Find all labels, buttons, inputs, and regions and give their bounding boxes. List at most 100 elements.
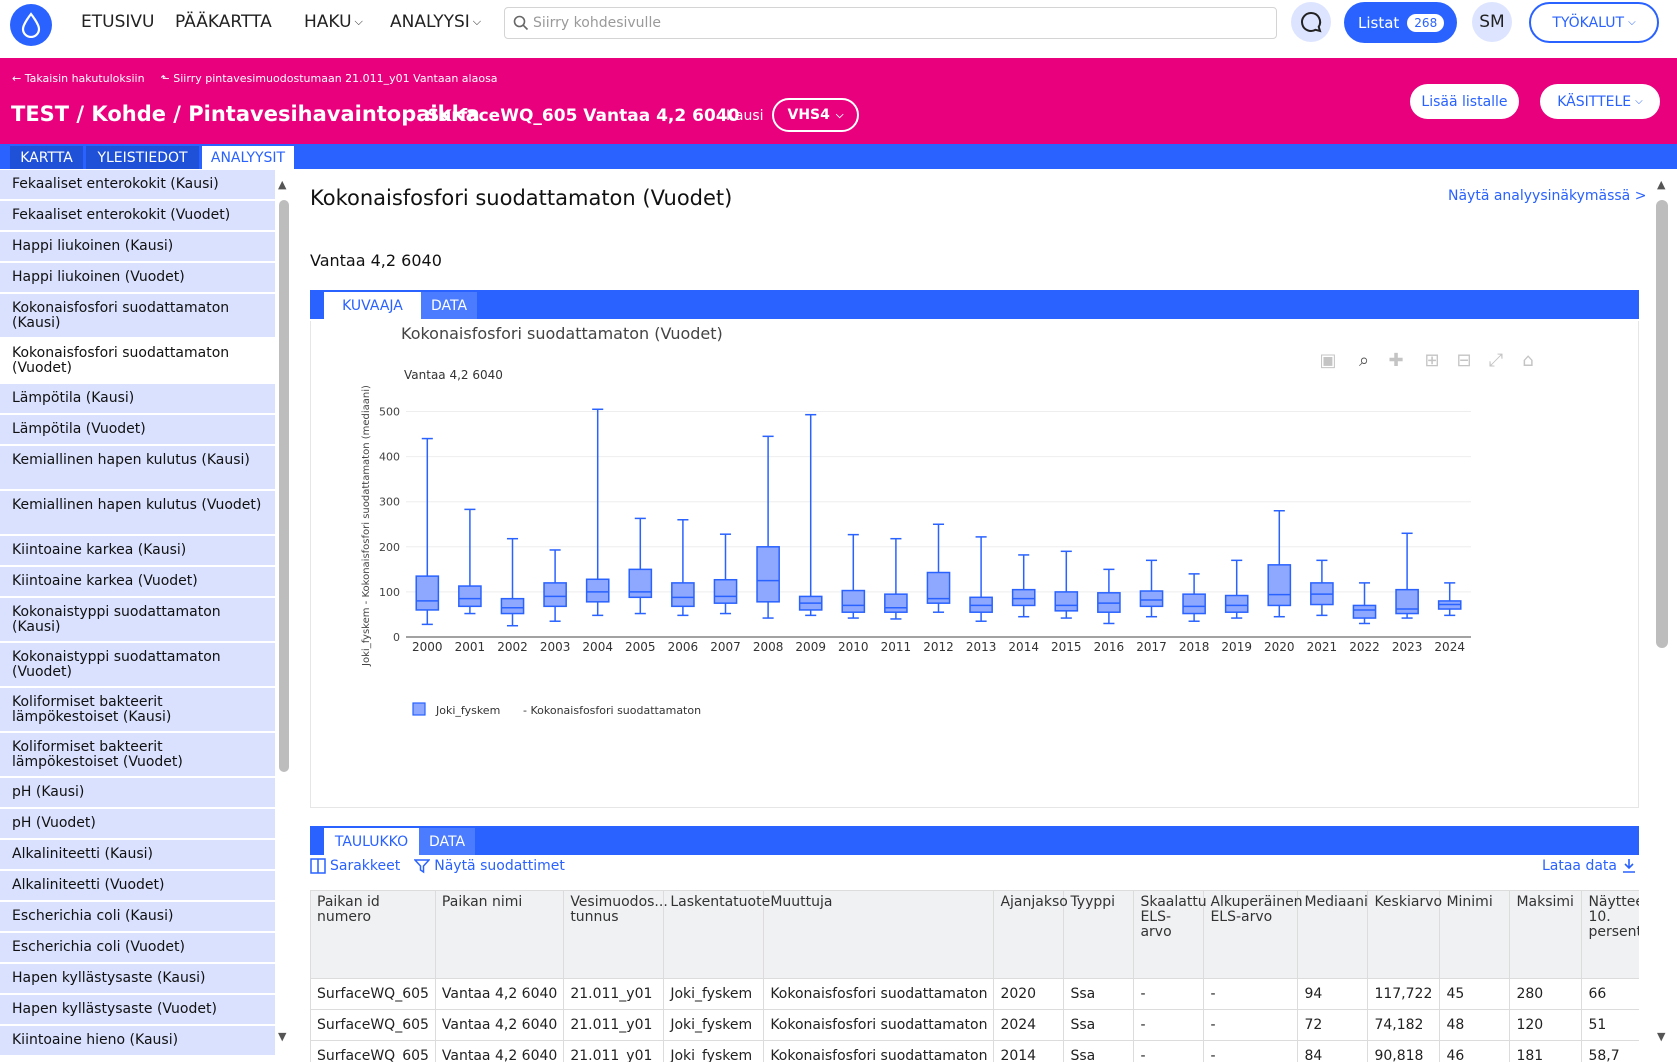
tab-taulukko[interactable]: TAULUKKO [324, 828, 419, 855]
app-logo[interactable] [10, 4, 52, 46]
zoom-icon[interactable]: ⌕ [1359, 350, 1369, 371]
sidebar-item[interactable]: Hapen kyllästysaste (Kausi) [0, 964, 275, 995]
nav-etusivu[interactable]: ETUSIVU [81, 12, 154, 32]
nav-paakartta[interactable]: PÄÄKARTTA [175, 12, 272, 32]
table-cell: Ssa [1063, 1009, 1135, 1041]
sidebar-item[interactable]: Kiintoaine hieno (Kausi) [0, 1026, 275, 1057]
tab-analyysit[interactable]: ANALYYSIT [202, 146, 294, 169]
sidebar-item[interactable]: Kokonaistyppi suodattamaton (Vuodet) [0, 643, 275, 688]
sidebar-item[interactable]: Alkaliniteetti (Vuodet) [0, 871, 275, 902]
tools-label: TYÖKALUT [1552, 14, 1625, 31]
tab-yleistiedot[interactable]: YLEISTIEDOT [86, 146, 199, 169]
x-tick-label: 2019 [1221, 640, 1252, 654]
table-row[interactable]: SurfaceWQ_605 Vantaa 4,2 6040 21.011_y01 Jo… [310, 1040, 1639, 1062]
table-cell: 51 [1581, 1009, 1639, 1041]
add-to-list-button[interactable]: Lisää listalle [1410, 84, 1519, 119]
tab-table-data[interactable]: DATA [419, 828, 475, 855]
zoom-out-icon[interactable]: ⊟ [1456, 350, 1471, 371]
column-header[interactable]: Näytteenot 10. persent [1581, 890, 1639, 979]
column-header[interactable]: Tyyppi [1063, 890, 1135, 979]
sidebar-item[interactable]: Kiintoaine karkea (Vuodet) [0, 567, 275, 598]
column-header[interactable]: Alkuperäinen ELS-arvo [1203, 890, 1303, 979]
scroll-down-icon[interactable]: ▼ [278, 1030, 286, 1043]
sidebar-item[interactable]: Hapen kyllästysaste (Vuodet) [0, 995, 275, 1026]
table-cell: 74,182 [1367, 1009, 1441, 1041]
column-header[interactable]: Skaalattu ELS-arvo [1133, 890, 1207, 979]
sidebar-item[interactable]: Lämpötila (Vuodet) [0, 415, 275, 446]
autoscale-icon[interactable]: ⤢ [1489, 350, 1504, 371]
scroll-up-icon[interactable]: ▲ [278, 178, 286, 191]
chat-button[interactable] [1291, 2, 1331, 42]
sidebar-item[interactable]: Fekaaliset enterokokit (Vuodet) [0, 201, 275, 232]
sidebar-item[interactable]: Kiintoaine karkea (Kausi) [0, 536, 275, 567]
nav-analyysi[interactable]: ANALYYSI ⌵ [390, 12, 481, 32]
sidebar-item[interactable]: pH (Kausi) [0, 778, 275, 809]
pan-icon[interactable]: ✚ [1388, 350, 1403, 371]
column-header[interactable]: Vesimuodos... tunnus [563, 890, 668, 979]
sidebar-item[interactable]: Alkaliniteetti (Kausi) [0, 840, 275, 871]
column-header[interactable]: Mediaani [1297, 890, 1369, 979]
box-plot-chart[interactable]: Kokonaisfosfori suodattamaton (Vuodet) Va… [311, 321, 1638, 807]
table-row[interactable]: SurfaceWQ_605 Vantaa 4,2 6040 21.011_y01 Jo… [310, 1009, 1639, 1041]
columns-button[interactable]: Sarakkeet [310, 858, 400, 874]
sidebar-item[interactable]: Kokonaisfosfori suodattamaton (Kausi) [0, 294, 275, 339]
legend-label: - Kokonaisfosfori suodattamaton [523, 704, 701, 717]
sidebar-item[interactable]: pH (Vuodet) [0, 809, 275, 840]
download-data-label: Lataa data [1541, 857, 1617, 874]
main-scrollbar-thumb[interactable] [1656, 200, 1668, 648]
nav-haku[interactable]: HAKU ⌵ [304, 12, 363, 32]
x-tick-label: 2002 [497, 640, 528, 654]
open-analysis-view-link[interactable]: Näytä analyysinäkymässä > [1448, 188, 1646, 204]
sidebar-item[interactable]: Koliformiset bakteerit lämpökestoiset (K… [0, 688, 275, 733]
sidebar-item[interactable]: Kokonaisfosfori suodattamaton (Vuodet) [0, 339, 275, 384]
download-data-button[interactable]: Lataa data [1542, 858, 1637, 874]
sidebar-item[interactable]: Happi liukoinen (Vuodet) [0, 263, 275, 294]
tab-chart-data[interactable]: DATA [421, 292, 477, 319]
sidebar-item[interactable]: Escherichia coli (Vuodet) [0, 933, 275, 964]
sidebar-item[interactable]: Escherichia coli (Kausi) [0, 902, 275, 933]
tools-menu-button[interactable]: TYÖKALUT ⌵ [1529, 2, 1659, 43]
camera-icon[interactable]: ▣ [1319, 350, 1336, 371]
sidebar-item[interactable]: Koliformiset bakteerit lämpökestoiset (V… [0, 733, 275, 778]
search-input[interactable]: Siirry kohdesivulle [504, 7, 1277, 39]
table-cell: Kokonaisfosfori suodattamaton [763, 1009, 995, 1041]
sidebar-scrollbar-thumb[interactable] [279, 200, 289, 772]
column-header[interactable]: Laskentatuote [663, 890, 770, 979]
sidebar-item[interactable]: Happi liukoinen (Kausi) [0, 232, 275, 263]
tab-kartta[interactable]: KARTTA [10, 146, 83, 169]
tab-yleistiedot-label: YLEISTIEDOT [97, 149, 188, 166]
avatar[interactable]: SM [1472, 2, 1512, 42]
zoom-in-icon[interactable]: ⊞ [1424, 350, 1439, 371]
column-header[interactable]: Paikan id numero [310, 890, 436, 979]
chart-container: Kokonaisfosfori suodattamaton (Vuodet) Va… [310, 321, 1639, 808]
sidebar-item[interactable]: Kemiallinen hapen kulutus (Kausi) [0, 446, 275, 491]
chevron-down-icon: ⌵ [354, 15, 363, 28]
column-header[interactable]: Paikan nimi [434, 890, 565, 979]
column-header[interactable]: Minimi [1439, 890, 1511, 979]
x-tick-label: 2015 [1051, 640, 1082, 654]
table-row[interactable]: SurfaceWQ_605 Vantaa 4,2 6040 21.011_y01 Jo… [310, 978, 1639, 1010]
table-cell: - [1203, 1040, 1299, 1062]
column-header[interactable]: Ajanjakso [993, 890, 1068, 979]
reset-axes-icon[interactable]: ⌂ [1522, 350, 1533, 371]
show-filters-button[interactable]: Näytä suodattimet [414, 858, 565, 874]
table-cell: Vantaa 4,2 6040 [434, 978, 565, 1010]
sidebar-item[interactable]: Fekaaliset enterokokit (Kausi) [0, 170, 275, 201]
back-to-results-link[interactable]: ← Takaisin hakutuloksiin [12, 72, 145, 85]
parent-waterbody-link[interactable]: ⬑ Siirry pintavesimuodostumaan 21.011_y0… [161, 72, 498, 85]
page-subtitle: SurfaceWQ_605 Vantaa 4,2 6040 [427, 106, 740, 126]
scroll-down-icon[interactable]: ▼ [1657, 1030, 1665, 1043]
sidebar-item[interactable]: Kemiallinen hapen kulutus (Vuodet) [0, 491, 275, 536]
sidebar-item[interactable]: Lämpötila (Kausi) [0, 384, 275, 415]
show-filters-label: Näytä suodattimet [434, 857, 565, 874]
column-header[interactable]: Keskiarvo [1367, 890, 1442, 979]
tab-kuvaaja[interactable]: KUVAAJA [324, 292, 421, 319]
column-header[interactable]: Muuttuja [763, 890, 995, 979]
lists-button[interactable]: Listat 268 [1344, 2, 1457, 43]
table-cell: - [1133, 1009, 1205, 1041]
sidebar-item[interactable]: Kokonaistyppi suodattamaton (Kausi) [0, 598, 275, 643]
scroll-up-icon[interactable]: ▲ [1657, 178, 1665, 191]
process-menu-button[interactable]: KÄSITTELE ⌵ [1540, 84, 1660, 119]
season-select[interactable]: VHS4 ⌵ [772, 98, 859, 132]
column-header[interactable]: Maksimi [1509, 890, 1583, 979]
